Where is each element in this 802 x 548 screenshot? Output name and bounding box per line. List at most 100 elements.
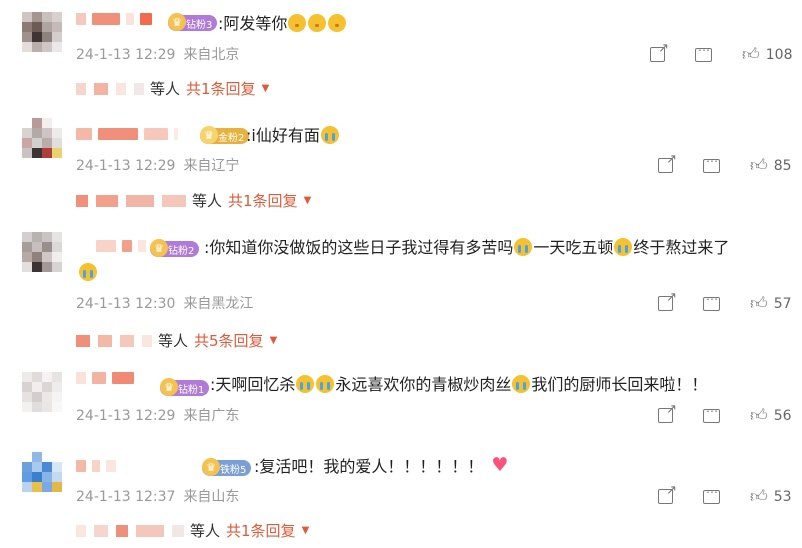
like-icon[interactable]: 👍︎ <box>750 405 768 426</box>
badge-label: 钻粉1 <box>178 384 205 396</box>
crown-icon: ♛ <box>160 378 178 396</box>
comment-text: :复活吧！我的爱人！！！！！！ <box>254 454 510 478</box>
reply-usernames <box>76 82 144 95</box>
reply-icon[interactable] <box>703 154 720 173</box>
avatar[interactable] <box>22 12 62 52</box>
reply-wait-label: 等人 <box>190 522 221 540</box>
comment-body: :复活吧！我的爱人！！！！！！ <box>254 457 484 476</box>
comment-actions: 👍︎ 108 <box>650 41 793 65</box>
comment-actions: 👍︎ 53 <box>658 483 792 507</box>
timestamp: 24-1-13 12:30 <box>76 296 176 312</box>
cry-emoji-icon <box>296 375 315 393</box>
reply-icon[interactable] <box>695 43 712 62</box>
crown-icon: ♛ <box>200 126 218 144</box>
reply-summary[interactable]: 等人 共5条回复 ▼ <box>76 330 277 351</box>
reply-summary[interactable]: 等人 共1条回复 ▼ <box>76 190 311 211</box>
comment-body: 一天吃五顿 <box>533 238 614 257</box>
reply-usernames <box>76 194 186 207</box>
reply-summary[interactable]: 等人 共1条回复 ▼ <box>76 520 309 541</box>
kiss-emoji-icon <box>328 14 347 32</box>
comment-meta: 24-1-13 12:30 来自黑龙江 <box>76 293 253 313</box>
cry-emoji-icon <box>320 126 339 144</box>
like-icon[interactable]: 👍︎ <box>750 486 768 507</box>
comment-actions: 👍︎ 85 <box>658 152 792 176</box>
badge-label: 钻粉2 <box>168 245 195 257</box>
like-count: 53 <box>773 488 792 505</box>
comment-actions: 👍︎ 56 <box>658 402 792 426</box>
comment-text: :阿发等你 <box>218 13 347 35</box>
timestamp: 24-1-13 12:29 <box>76 408 176 424</box>
avatar[interactable] <box>22 372 62 412</box>
comment-body: :i仙好有面 <box>246 126 320 145</box>
cry-emoji-icon <box>514 238 533 256</box>
like-icon[interactable]: 👍︎ <box>750 155 768 176</box>
comment-text: :你知道你没做饭的这些日子我过得有多苦吗 一天吃五顿 终于熬过来了 <box>204 237 729 259</box>
comment-text: :天啊回忆杀 永远喜欢你的青椒炒肉丝 我们的厨师长回来啦！！ <box>210 374 707 396</box>
reply-usernames <box>76 524 184 537</box>
comment-text: :i仙好有面 <box>246 125 340 147</box>
username[interactable] <box>96 240 146 252</box>
reply-wait-label: 等人 <box>158 332 189 350</box>
location: 来自黑龙江 <box>183 296 254 312</box>
username[interactable] <box>76 372 134 384</box>
reply-count[interactable]: 共1条回复 <box>226 520 296 541</box>
fan-badge: ♛ 金粉2 <box>200 126 250 144</box>
avatar[interactable] <box>22 118 62 158</box>
reply-count[interactable]: 共1条回复 <box>228 190 298 211</box>
cry-emoji-icon <box>512 375 531 393</box>
timestamp: 24-1-13 12:29 <box>76 47 176 63</box>
reply-icon[interactable] <box>703 404 720 423</box>
username[interactable] <box>76 460 116 472</box>
timestamp: 24-1-13 12:37 <box>76 489 176 505</box>
avatar[interactable] <box>22 452 62 492</box>
like-icon[interactable]: 👍︎ <box>742 44 760 65</box>
avatar[interactable] <box>22 232 62 272</box>
caret-down-icon[interactable]: ▼ <box>304 195 312 206</box>
caret-down-icon[interactable]: ▼ <box>302 525 310 536</box>
location: 来自山东 <box>183 489 240 505</box>
like-count: 57 <box>773 295 792 312</box>
timestamp: 24-1-13 12:29 <box>76 158 176 174</box>
like-count: 85 <box>773 157 792 174</box>
reply-wait-label: 等人 <box>192 192 223 210</box>
share-icon[interactable] <box>658 152 677 173</box>
location: 来自北京 <box>183 47 240 63</box>
reply-icon[interactable] <box>703 292 720 311</box>
like-count: 56 <box>773 407 792 424</box>
comment-body: 永远喜欢你的青椒炒肉丝 <box>335 375 512 394</box>
kiss-emoji-icon <box>288 14 307 32</box>
reply-summary[interactable]: 等人 共1条回复 ▼ <box>76 78 269 99</box>
comment-body: :阿发等你 <box>218 14 288 33</box>
caret-down-icon[interactable]: ▼ <box>270 335 278 346</box>
reply-count[interactable]: 共5条回复 <box>194 330 264 351</box>
reply-count[interactable]: 共1条回复 <box>186 78 256 99</box>
share-icon[interactable] <box>658 290 677 311</box>
badge-label: 金粉2 <box>218 132 245 144</box>
fan-badge: ♛ 铁粉5 <box>202 458 252 476</box>
location: 来自广东 <box>183 408 240 424</box>
share-icon[interactable] <box>658 483 677 504</box>
like-count: 108 <box>765 46 793 63</box>
crown-icon: ♛ <box>168 13 186 31</box>
caret-down-icon[interactable]: ▼ <box>262 83 270 94</box>
share-icon[interactable] <box>650 41 669 62</box>
fan-badge: ♛ 钻粉3 <box>168 13 218 31</box>
username[interactable] <box>76 128 178 140</box>
fan-badge: ♛ 钻粉1 <box>160 378 210 396</box>
comment-body: :你知道你没做饭的这些日子我过得有多苦吗 <box>204 238 514 257</box>
comment-body: :天啊回忆杀 <box>210 375 296 394</box>
comment-body: 我们的厨师长回来啦！！ <box>531 375 708 394</box>
comment-meta: 24-1-13 12:37 来自山东 <box>76 486 239 506</box>
comment-meta: 24-1-13 12:29 来自北京 <box>76 44 239 64</box>
comment-text-overflow <box>78 262 98 284</box>
share-icon[interactable] <box>658 402 677 423</box>
reply-icon[interactable] <box>703 485 720 504</box>
username[interactable] <box>76 13 152 25</box>
cry-emoji-icon <box>614 238 633 256</box>
reply-usernames <box>76 334 152 347</box>
crown-icon: ♛ <box>150 239 168 257</box>
badge-label: 钻粉3 <box>186 19 213 31</box>
location: 来自辽宁 <box>183 158 240 174</box>
heart-emoji-icon <box>491 454 509 476</box>
like-icon[interactable]: 👍︎ <box>750 293 768 314</box>
